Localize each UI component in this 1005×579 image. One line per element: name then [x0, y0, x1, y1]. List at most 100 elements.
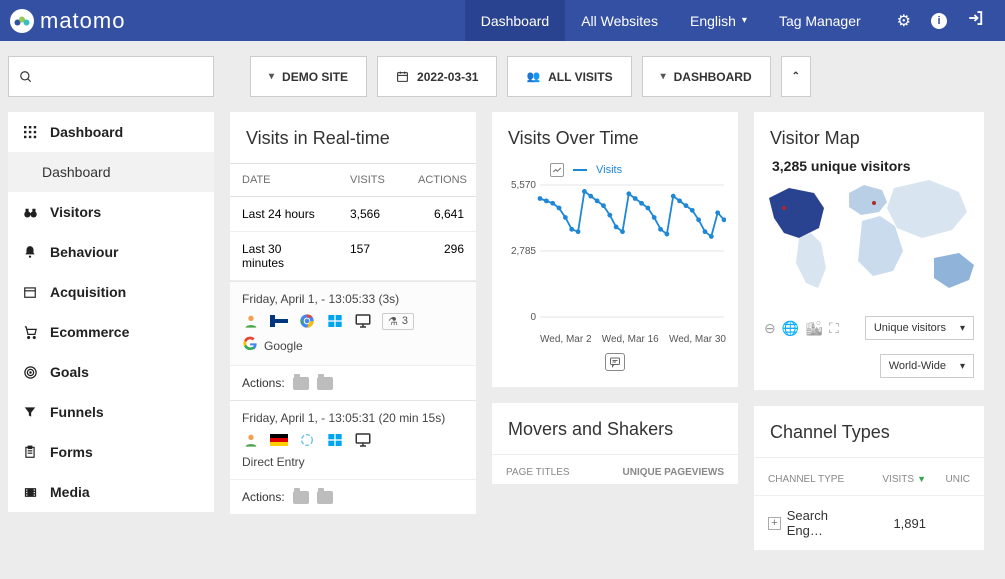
caret-down-icon: ▾ — [661, 71, 666, 82]
sidebar-item-label: Dashboard — [42, 164, 111, 180]
col-unique-pageviews: UNIQUE PAGEVIEWS — [623, 467, 725, 478]
folder-icon[interactable] — [317, 377, 333, 390]
sidebar-item-dashboard[interactable]: Dashboard — [8, 112, 214, 152]
chart-legend[interactable]: Visits — [550, 163, 726, 177]
brand-name: matomo — [40, 8, 125, 34]
region-dropdown[interactable]: World-Wide▾ — [880, 354, 974, 378]
x-tick: Wed, Mar 2 — [540, 334, 592, 345]
search-icon — [19, 70, 33, 84]
line-chart[interactable]: 02,7855,570 — [504, 181, 726, 331]
sidebar-item-ecommerce[interactable]: Ecommerce — [8, 312, 214, 352]
region-dropdown-label: World-Wide — [889, 360, 946, 372]
movers-widget: Movers and Shakers PAGE TITLES UNIQUE PA… — [492, 403, 738, 484]
date-selector[interactable]: 2022-03-31 — [377, 56, 497, 97]
flask-icon: ⚗ — [388, 315, 398, 328]
film-icon — [22, 485, 38, 500]
site-selector[interactable]: ▾ DEMO SITE — [250, 56, 367, 97]
visitor-icon — [242, 312, 260, 330]
site-selector-label: DEMO SITE — [282, 70, 348, 84]
folder-icon[interactable] — [293, 491, 309, 504]
metric-picker-icon[interactable] — [550, 163, 564, 177]
control-bar: ▾ DEMO SITE 2022-03-31 👥 ALL VISITS ▾ DASH… — [0, 41, 1005, 112]
sidebar-item-behaviour[interactable]: Behaviour — [8, 232, 214, 272]
folder-icon[interactable] — [293, 377, 309, 390]
rt-actions: 6,641 — [406, 197, 476, 231]
browser-chrome-icon — [298, 312, 316, 330]
dashboard-selector[interactable]: ▾ DASHBOARD — [642, 56, 771, 97]
clipboard-icon — [22, 445, 38, 459]
dashboard-selector-label: DASHBOARD — [674, 70, 752, 84]
zoom-out-icon[interactable]: ⊖ — [764, 320, 776, 337]
sidebar-subitem-dashboard[interactable]: Dashboard — [8, 152, 214, 192]
gear-icon[interactable]: ⚙ — [897, 11, 911, 31]
sidebar-item-forms[interactable]: Forms — [8, 432, 214, 472]
rt-label: Last 30 minutes — [230, 232, 338, 280]
col-unique: UNIC — [926, 474, 970, 485]
channel-visits: 1,891 — [866, 516, 926, 531]
nav-all-websites[interactable]: All Websites — [565, 0, 674, 41]
dashboard-main: Visits in Real-time DATE VISITS ACTIONS … — [230, 112, 997, 550]
chart-footer — [504, 345, 726, 371]
calendar-icon — [22, 285, 38, 299]
visit-actions-row: Actions: — [230, 365, 476, 400]
grid-icon — [22, 126, 38, 139]
sidebar-item-media[interactable]: Media — [8, 472, 214, 512]
target-icon — [22, 365, 38, 380]
top-navbar: matomo Dashboard All Websites English▾ T… — [0, 0, 1005, 41]
nav-language[interactable]: English▾ — [674, 0, 763, 41]
people-icon: 👥 — [526, 70, 540, 83]
nav-tag-manager[interactable]: Tag Manager — [763, 0, 877, 41]
referrer-label: Google — [264, 339, 303, 353]
col-visits: VISITS — [338, 164, 406, 196]
globe-icon[interactable]: 🌐 — [782, 320, 799, 337]
visit-time: Friday, April 1, - 13:05:33 (3s) — [242, 292, 464, 306]
channel-label: Search Eng… — [787, 508, 866, 538]
segment-selector[interactable]: 👥 ALL VISITS — [507, 56, 631, 97]
caret-down-icon: ▾ — [742, 15, 747, 26]
sidebar: Dashboard Dashboard Visitors Behaviour A… — [8, 112, 214, 512]
sidebar-item-visitors[interactable]: Visitors — [8, 192, 214, 232]
table-row[interactable]: + Search Eng… 1,891 — [754, 495, 984, 550]
brand-logo[interactable]: matomo — [0, 8, 125, 34]
sidebar-item-goals[interactable]: Goals — [8, 352, 214, 392]
nav-dashboard[interactable]: Dashboard — [465, 0, 566, 41]
google-icon — [242, 336, 258, 355]
fullscreen-icon[interactable]: ⛶ — [829, 320, 839, 337]
metric-dropdown[interactable]: Unique visitors▾ — [865, 316, 974, 340]
collapse-up-button[interactable]: ⌃ — [781, 56, 811, 97]
logout-icon[interactable] — [967, 9, 985, 32]
col-visits[interactable]: VISITS▼ — [866, 474, 926, 485]
segment-selector-label: ALL VISITS — [548, 70, 612, 84]
folder-icon[interactable] — [317, 491, 333, 504]
annotations-icon[interactable] — [605, 353, 625, 371]
visit-log-item[interactable]: Friday, April 1, - 13:05:31 (20 min 15s)… — [230, 400, 476, 479]
sidebar-item-label: Behaviour — [50, 244, 118, 260]
actions-label: Actions: — [242, 490, 285, 504]
sidebar-item-acquisition[interactable]: Acquisition — [8, 272, 214, 312]
map-controls: ⊖ 🌐 🏙 ⛶ Unique visitors▾ — [754, 316, 984, 350]
col-actions: ACTIONS — [406, 164, 476, 196]
sidebar-item-label: Acquisition — [50, 284, 126, 300]
realtime-header-row: DATE VISITS ACTIONS — [230, 163, 476, 197]
map-summary: 3,285 unique visitors — [772, 158, 911, 174]
city-icon[interactable]: 🏙 — [805, 320, 823, 337]
info-icon[interactable]: i — [931, 13, 947, 29]
sidebar-item-funnels[interactable]: Funnels — [8, 392, 214, 432]
world-map[interactable] — [754, 163, 984, 313]
chart-wrap: Visits 02,7855,570 Wed, Mar 2 Wed, Mar 1… — [492, 163, 738, 387]
os-windows-icon — [326, 312, 344, 330]
visit-time: Friday, April 1, - 13:05:31 (20 min 15s) — [242, 411, 464, 425]
search-input[interactable] — [8, 56, 214, 97]
top-nav-links: Dashboard All Websites English▾ Tag Mana… — [465, 0, 877, 41]
top-nav-icons: ⚙ i — [877, 9, 1005, 32]
movers-header: PAGE TITLES UNIQUE PAGEVIEWS — [492, 454, 738, 484]
caret-down-icon: ▾ — [269, 71, 274, 82]
binoculars-icon — [22, 205, 38, 220]
realtime-title: Visits in Real-time — [230, 112, 476, 163]
visit-log-item[interactable]: Friday, April 1, - 13:05:33 (3s) ⚗3 Goog… — [230, 281, 476, 365]
channels-title: Channel Types — [754, 406, 984, 457]
expand-icon[interactable]: + — [768, 517, 781, 530]
flag-icon — [270, 431, 288, 449]
realtime-widget: Visits in Real-time DATE VISITS ACTIONS … — [230, 112, 476, 514]
calendar-icon — [396, 70, 409, 83]
